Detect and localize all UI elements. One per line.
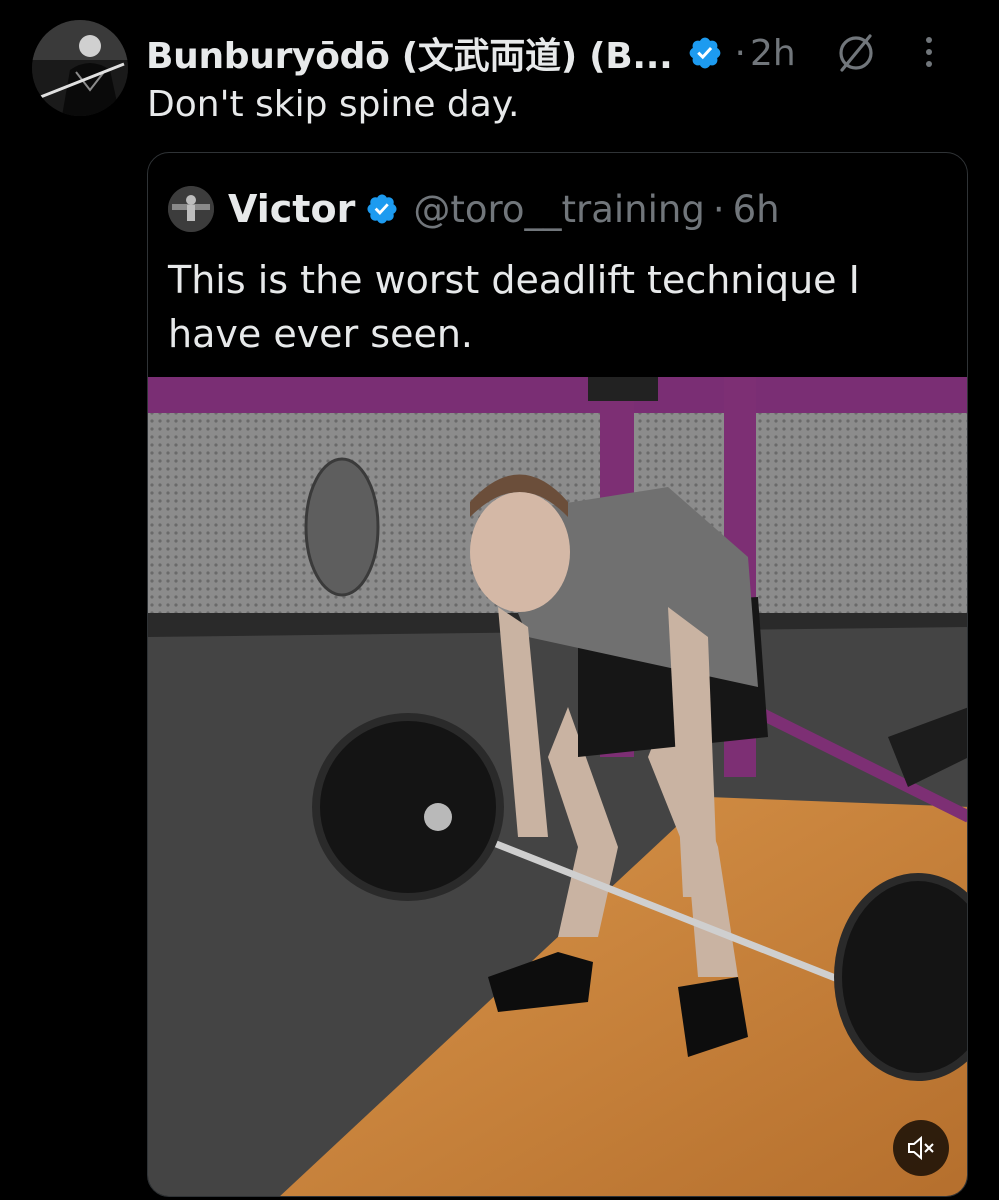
post-header: Bunburyōdō (文武両道) (B... · 2h: [146, 26, 969, 80]
separator-dot: ·: [712, 187, 725, 231]
post-time[interactable]: 2h: [750, 33, 796, 74]
gym-avatar-image: [168, 186, 214, 232]
author-avatar[interactable]: [32, 20, 128, 116]
samurai-avatar-image: [32, 20, 128, 116]
quoted-post-time[interactable]: 6h: [733, 188, 780, 231]
deadlift-video-frame: [148, 377, 967, 1196]
post-text: Don't skip spine day.: [147, 84, 520, 125]
quoted-author-avatar[interactable]: [168, 186, 214, 232]
mute-toggle-button[interactable]: [893, 1120, 949, 1176]
verified-badge-icon: [367, 194, 397, 224]
grok-icon[interactable]: [833, 30, 879, 76]
more-options-icon[interactable]: [917, 32, 941, 72]
quoted-post-header: Victor @toro__training · 6h: [168, 183, 780, 235]
speaker-muted-icon: [908, 1135, 934, 1161]
quoted-author-name[interactable]: Victor: [228, 187, 355, 231]
separator-dot: ·: [734, 32, 746, 74]
quoted-post-text: This is the worst deadlift technique I h…: [168, 258, 860, 356]
post: Bunburyōdō (文武両道) (B... · 2h Don't skip …: [0, 0, 999, 1200]
video-player[interactable]: [148, 377, 967, 1196]
quoted-author-handle[interactable]: @toro__training: [413, 188, 705, 231]
verified-badge-icon: [689, 37, 720, 69]
author-name[interactable]: Bunburyōdō (文武両道) (B...: [146, 27, 673, 79]
quoted-post[interactable]: Victor @toro__training · 6h This is the …: [147, 152, 968, 1197]
